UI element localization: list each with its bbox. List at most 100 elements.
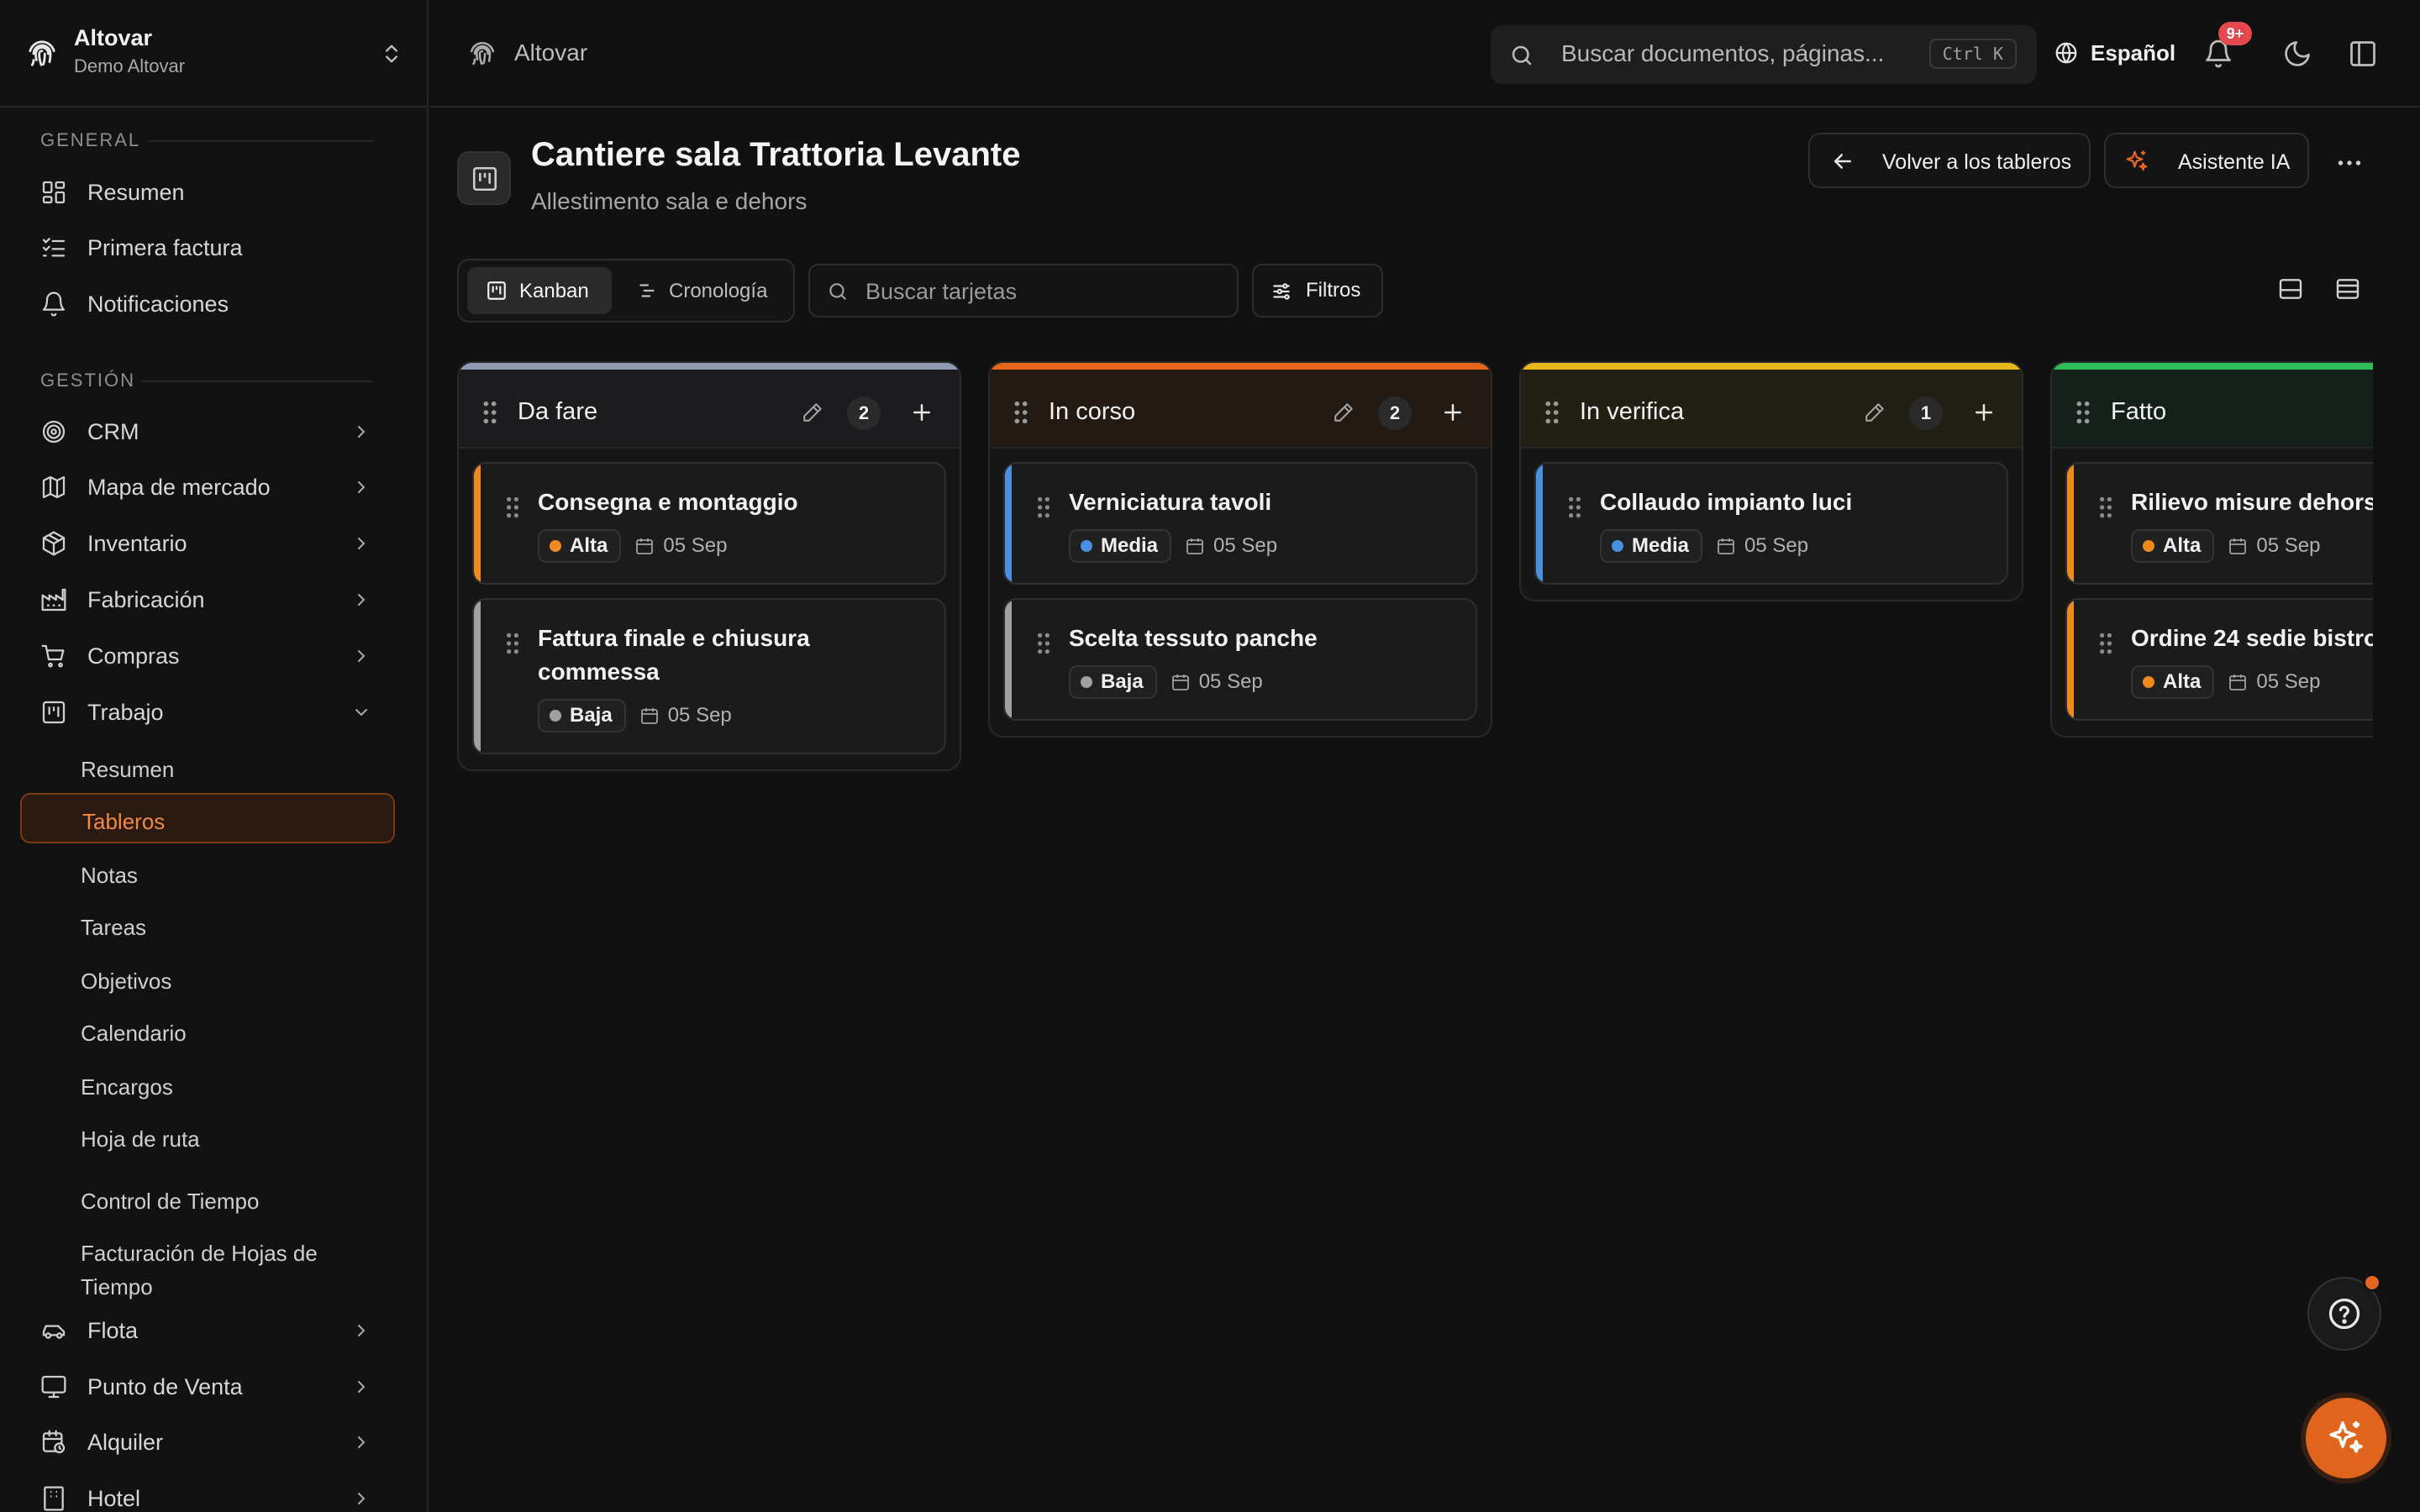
tab-timeline-label: Cronología — [669, 280, 768, 302]
chevron-down-icon — [355, 709, 367, 717]
kanban-card[interactable]: Fattura finale e chiusura commessa Baja … — [472, 598, 946, 754]
plus-icon[interactable] — [1440, 400, 1465, 425]
sidebar-subitem-control-de-tiempo[interactable]: Control de Tiempo — [20, 1173, 395, 1223]
moon-icon[interactable] — [2282, 39, 2312, 69]
layout-split-icon[interactable] — [2277, 276, 2304, 302]
calendar-icon — [636, 538, 654, 554]
priority-badge: Media — [1600, 529, 1703, 563]
back-button-label: Volver a los tableros — [1882, 150, 2072, 174]
priority-stripe — [1005, 600, 1012, 719]
sidebar-subitem-tableros[interactable]: Tableros — [20, 793, 395, 843]
map-icon — [42, 475, 66, 499]
sidebar-subitem-calendario[interactable]: Calendario — [20, 1005, 395, 1055]
sidebar-item-primera-factura[interactable]: Primera factura — [20, 222, 395, 274]
priority-badge: Alta — [2131, 529, 2215, 563]
sidebar-item-mapa-de-mercado[interactable]: Mapa de mercado — [20, 461, 395, 513]
drag-handle-icon[interactable] — [2097, 632, 2114, 655]
kanban-card[interactable]: Ordine 24 sedie bistrot Alta 05 Sep — [2065, 598, 2373, 721]
ai-assistant-button[interactable]: Asistente IA — [2104, 133, 2309, 188]
sidebar-item-crm[interactable]: CRM — [20, 406, 395, 458]
back-to-boards-button[interactable]: Volver a los tableros — [1808, 133, 2091, 188]
view-switcher: Kanban Cronología — [457, 259, 795, 323]
calendar-icon — [1186, 538, 1203, 554]
drag-handle-icon[interactable] — [1012, 400, 1030, 425]
filters-button[interactable]: Filtros — [1252, 264, 1383, 318]
sidebar-item-trabajo[interactable]: Trabajo — [20, 686, 395, 738]
pencil-icon[interactable] — [1333, 402, 1355, 423]
ai-fab-button[interactable] — [2306, 1398, 2386, 1478]
column-card-count: 2 — [1378, 396, 1412, 430]
pencil-icon[interactable] — [1864, 402, 1886, 423]
kanban-card[interactable]: Verniciatura tavoli Media 05 Sep — [1003, 462, 1477, 585]
language-label: Español — [2091, 39, 2176, 66]
help-circle-icon — [2328, 1298, 2360, 1330]
sidebar-item-punto-de-venta[interactable]: Punto de Venta — [20, 1361, 395, 1413]
tab-timeline[interactable]: Cronología — [627, 267, 786, 314]
drag-handle-icon[interactable] — [2097, 496, 2114, 519]
language-selector[interactable]: Español — [2054, 34, 2175, 72]
plus-icon[interactable] — [1971, 400, 1996, 425]
monitor-icon — [41, 1375, 66, 1399]
sidebar-item-fabricacion[interactable]: Fabricación — [20, 574, 395, 626]
card-search-placeholder: Buscar tarjetas — [865, 279, 1018, 304]
more-horizontal-icon[interactable] — [2334, 148, 2365, 178]
column-header: Fatto — [2052, 363, 2373, 447]
sliders-icon — [1273, 283, 1290, 300]
kanban-card[interactable]: Consegna e montaggio Alta 05 Sep — [472, 462, 946, 585]
section-divider — [148, 140, 373, 142]
sidebar-subitem-tareas[interactable]: Tareas — [20, 899, 395, 949]
due-date: 05 Sep — [1744, 534, 1809, 557]
priority-stripe — [474, 464, 481, 583]
sidebar-item-hotel[interactable]: Hotel — [20, 1473, 395, 1512]
chevron-right-icon — [358, 1436, 366, 1448]
card-search-input[interactable]: Buscar tarjetas — [808, 264, 1239, 318]
kanban-card[interactable]: Rilievo misure dehors Alta 05 Sep — [2065, 462, 2373, 585]
sidebar-item-alquiler[interactable]: Alquiler — [20, 1416, 395, 1468]
drag-handle-icon[interactable] — [1566, 496, 1583, 519]
kanban-card[interactable]: Scelta tessuto panche Baja 05 Sep — [1003, 598, 1477, 721]
sidebar-subitem-label: Tareas — [81, 915, 147, 940]
sidebar: Altovar Demo Altovar GENERAL Resumen Pri… — [0, 0, 429, 1512]
card-title: Ordine 24 sedie bistrot — [2131, 625, 2373, 651]
drag-handle-icon[interactable] — [1035, 632, 1052, 655]
layout-rows-icon[interactable] — [2334, 276, 2361, 302]
timeline-icon — [639, 284, 655, 297]
checklist-icon — [42, 238, 66, 257]
breadcrumb[interactable]: Altovar — [514, 39, 587, 66]
priority-label: Baja — [1101, 670, 1144, 693]
kanban-card[interactable]: Collaudo impianto luci Media 05 Sep — [1534, 462, 2008, 585]
sidebar-item-resumen[interactable]: Resumen — [20, 166, 395, 218]
drag-handle-icon[interactable] — [1035, 496, 1052, 519]
drag-handle-icon[interactable] — [2074, 400, 2092, 425]
column-card-count: 1 — [1909, 396, 1943, 430]
column-header: In verifica 1 — [1521, 363, 2022, 447]
sidebar-item-flota[interactable]: Flota — [20, 1305, 395, 1357]
column-title: Da fare — [518, 398, 598, 425]
sidebar-subitem-hoja-de-ruta[interactable]: Hoja de ruta — [20, 1110, 395, 1161]
pencil-icon[interactable] — [802, 402, 823, 423]
drag-handle-icon[interactable] — [504, 632, 521, 655]
plus-icon[interactable] — [909, 400, 934, 425]
chevron-right-icon — [358, 538, 366, 549]
grid-icon — [42, 181, 66, 204]
due-date: 05 Sep — [1198, 670, 1263, 693]
tab-kanban[interactable]: Kanban — [467, 267, 612, 314]
workspace-switcher[interactable]: Altovar Demo Altovar — [0, 0, 429, 108]
sidebar-subitem-facturacion-hojas-de-tiempo[interactable]: Facturación de Hojas de Tiempo — [20, 1225, 395, 1302]
drag-handle-icon[interactable] — [504, 496, 521, 519]
chevron-right-icon — [358, 650, 366, 662]
sidebar-toggle-icon[interactable] — [2348, 39, 2378, 69]
column-title: In corso — [1049, 398, 1136, 425]
sidebar-subitem-notas[interactable]: Notas — [20, 847, 395, 897]
sidebar-item-label: Punto de Venta — [87, 1373, 243, 1399]
sidebar-item-inventario[interactable]: Inventario — [20, 517, 395, 570]
calendar-icon — [640, 708, 658, 724]
sidebar-subitem-objetivos[interactable]: Objetivos — [20, 953, 395, 1003]
sidebar-item-notificaciones[interactable]: Notificaciones — [20, 278, 395, 330]
sidebar-item-compras[interactable]: Compras — [20, 630, 395, 682]
drag-handle-icon[interactable] — [481, 400, 499, 425]
sidebar-subitem-encargos[interactable]: Encargos — [20, 1058, 395, 1109]
sidebar-subitem-resumen[interactable]: Resumen — [20, 741, 395, 791]
drag-handle-icon[interactable] — [1543, 400, 1561, 425]
global-search[interactable]: Buscar documentos, páginas... Ctrl K — [1491, 25, 2037, 84]
